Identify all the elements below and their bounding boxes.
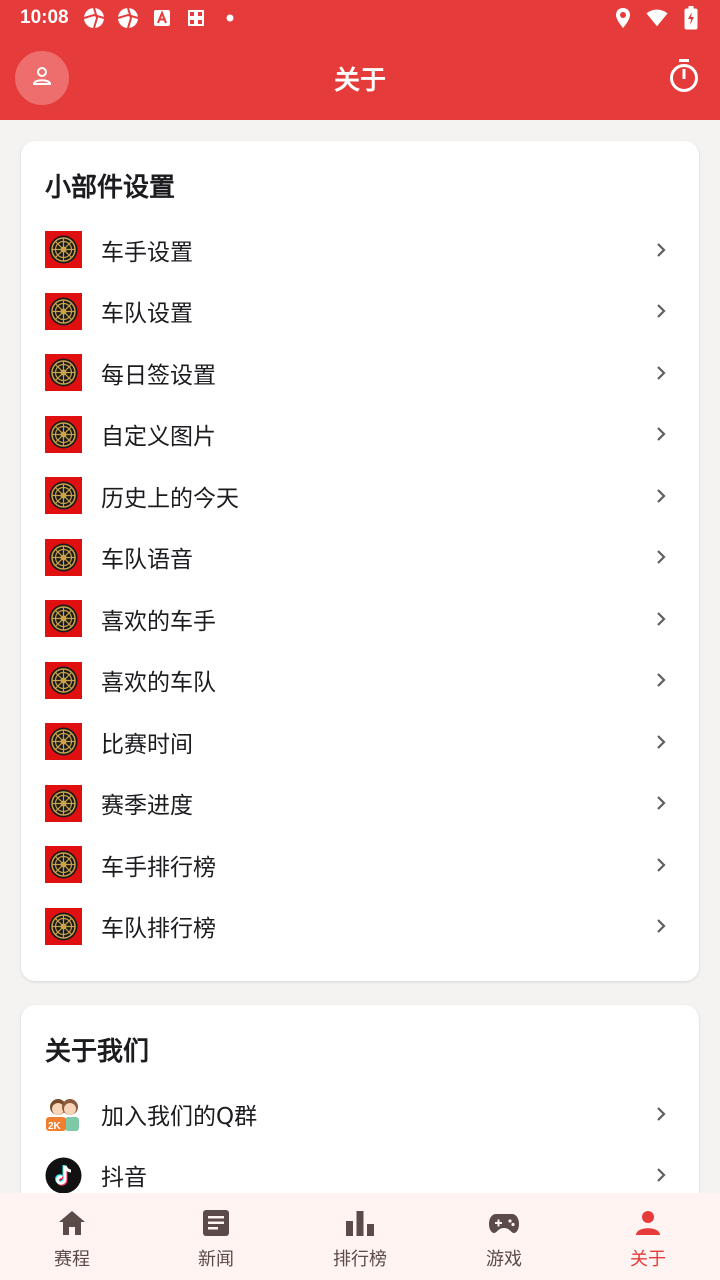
nav-label: 新闻: [198, 1249, 234, 1270]
location-icon: [612, 7, 634, 29]
tiktok-icon: [45, 1157, 82, 1194]
battery-charging-icon: [680, 6, 702, 30]
chevron-right-icon: [651, 424, 671, 444]
profile-button[interactable]: [15, 51, 69, 105]
widget-settings-card: 小部件设置 车手设置车队设置每日签设置自定义图片历史上的今天 车队语音喜欢的车手喜…: [21, 141, 699, 981]
list-item[interactable]: 喜欢的车手: [21, 588, 699, 650]
chevron-right-icon: [651, 1165, 671, 1185]
list-item-label: 车队排行榜: [101, 916, 216, 943]
list-item[interactable]: 自定义图片: [21, 404, 699, 466]
list-item-label: 自定义图片: [101, 424, 216, 451]
wheel-icon: [45, 292, 82, 330]
list-item-label: 喜欢的车队: [101, 670, 216, 697]
nav-tab-news[interactable]: 新闻: [144, 1193, 288, 1280]
list-item[interactable]: 每日签设置: [21, 342, 699, 404]
list-item-label: 车手排行榜: [101, 854, 216, 881]
list-item-label: 赛季进度: [101, 793, 193, 820]
chevron-right-icon: [651, 486, 671, 506]
wheel-icon: [45, 846, 82, 884]
list-item[interactable]: 喜欢的车队: [21, 650, 699, 712]
status-time: 10:08: [20, 7, 69, 28]
list-item[interactable]: 车队排行榜: [21, 896, 699, 958]
list-item-label: 每日签设置: [101, 362, 216, 389]
list-item-label: 车队设置: [101, 301, 193, 328]
nav-tab-schedule[interactable]: 赛程: [0, 1193, 144, 1280]
wheel-icon: [45, 661, 82, 699]
stopwatch-button[interactable]: [666, 58, 702, 98]
home-icon: [56, 1207, 88, 1239]
wheel-icon: [45, 354, 82, 392]
nav-label: 游戏: [486, 1249, 522, 1270]
list-item[interactable]: 比赛时间: [21, 711, 699, 773]
aperture-icon: [117, 7, 139, 29]
qq-group-icon: 2K: [45, 1095, 82, 1132]
list-item[interactable]: 车手设置: [21, 219, 699, 281]
list-item[interactable]: 车队设置: [21, 281, 699, 343]
list-item-label: 喜欢的车手: [101, 608, 216, 635]
about-us-list: 2K 加入我们的Q群 抖音: [21, 1083, 699, 1206]
nav-label: 赛程: [54, 1249, 90, 1270]
wheel-icon: [45, 907, 82, 945]
stopwatch-icon: [668, 58, 700, 98]
wheel-icon: [45, 231, 82, 269]
about-us-title: 关于我们: [45, 1037, 150, 1067]
nav-label: 关于: [630, 1249, 666, 1270]
list-item-label: 抖音: [101, 1165, 147, 1192]
nav-tab-about[interactable]: 关于: [576, 1193, 720, 1280]
list-item-label: 车队语音: [101, 547, 193, 574]
chevron-right-icon: [651, 363, 671, 383]
wheel-icon: [45, 415, 82, 453]
list-item[interactable]: 车手排行榜: [21, 834, 699, 896]
list-item-qq-group[interactable]: 2K 加入我们的Q群: [21, 1083, 699, 1145]
widget-settings-list: 车手设置车队设置每日签设置自定义图片历史上的今天 车队语音喜欢的车手喜欢的车队比赛…: [21, 219, 699, 957]
chevron-right-icon: [651, 1104, 671, 1124]
list-item-label: 加入我们的Q群: [101, 1103, 258, 1130]
svg-text:2K: 2K: [48, 1121, 62, 1132]
wheel-icon: [45, 600, 82, 638]
status-bar: 10:08: [0, 0, 720, 36]
nav-tab-games[interactable]: 游戏: [432, 1193, 576, 1280]
list-item-label: 车手设置: [101, 239, 193, 266]
wheel-icon: [45, 784, 82, 822]
chevron-right-icon: [651, 301, 671, 321]
list-item-label: 历史上的今天: [101, 485, 239, 512]
widget-settings-title: 小部件设置: [45, 173, 176, 203]
dot-icon: [219, 7, 241, 29]
wheel-icon: [45, 477, 82, 515]
chevron-right-icon: [651, 916, 671, 936]
person-icon: [632, 1207, 664, 1239]
list-item[interactable]: 历史上的今天: [21, 465, 699, 527]
chevron-right-icon: [651, 609, 671, 629]
chevron-right-icon: [651, 670, 671, 690]
article-icon: [200, 1207, 232, 1239]
chevron-right-icon: [651, 793, 671, 813]
font-a-icon: [151, 7, 173, 29]
nav-tab-leaderboard[interactable]: 排行榜: [288, 1193, 432, 1280]
gamepad-icon: [488, 1207, 520, 1239]
list-item[interactable]: 赛季进度: [21, 773, 699, 835]
wheel-icon: [45, 538, 82, 576]
chevron-right-icon: [651, 240, 671, 260]
bar-chart-icon: [344, 1207, 376, 1239]
wifi-icon: [646, 7, 668, 29]
person-icon: [30, 64, 54, 92]
app-bar: 关于: [0, 36, 720, 120]
chevron-right-icon: [651, 547, 671, 567]
chevron-right-icon: [651, 732, 671, 752]
aperture-icon: [83, 7, 105, 29]
wheel-icon: [45, 723, 82, 761]
list-item-label: 比赛时间: [101, 731, 193, 758]
chevron-right-icon: [651, 855, 671, 875]
page-title: 关于: [333, 65, 386, 96]
grid-icon: [185, 7, 207, 29]
nav-label: 排行榜: [333, 1249, 387, 1270]
bottom-nav: 赛程 新闻 排行榜 游戏 关于: [0, 1193, 720, 1280]
list-item[interactable]: 车队语音: [21, 527, 699, 589]
